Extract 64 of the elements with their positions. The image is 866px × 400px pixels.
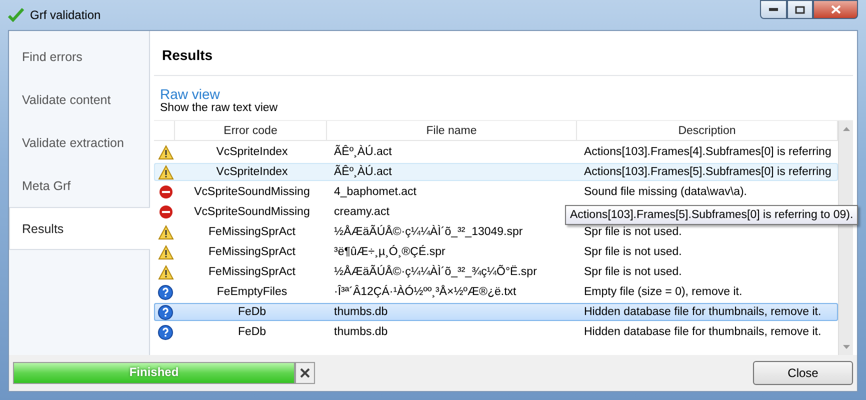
table-cell-text: Hidden database file for thumbnails, remove it.: [583, 305, 822, 320]
warning-icon: [158, 264, 174, 280]
page-title: Results: [154, 31, 853, 76]
table-cell-text: Spr file is not used.: [583, 245, 683, 260]
sidebar-item[interactable]: Results: [9, 207, 150, 250]
table-cell-text: 4_baphomet.act: [333, 185, 418, 200]
cancel-button[interactable]: [295, 362, 315, 384]
error-icon: [158, 205, 172, 219]
sidebar-item[interactable]: Meta Grf: [9, 164, 149, 207]
maximize-button[interactable]: [787, 0, 813, 19]
table-cell-text: Actions[103].Frames[4].Subframes[0] is referring: [583, 145, 832, 160]
help-icon: [158, 304, 173, 320]
table-cell-text: ³ë¶ûÆ÷¸µ¸Ó¸®ÇÉ.spr: [333, 244, 446, 260]
help-icon: [158, 324, 173, 340]
warning-icon: [158, 224, 174, 240]
error-icon: [158, 185, 172, 199]
table-cell-text: FeMissingSprAct: [208, 225, 296, 240]
sidebar-item[interactable]: Validate extraction: [9, 121, 149, 164]
table-row[interactable]: FeDb thumbs.db Hidden database file for thumbnails, remove it.: [154, 303, 838, 321]
help-icon: [158, 284, 173, 300]
table-cell-text: FeMissingSprAct: [208, 265, 296, 280]
warning-icon: [158, 164, 174, 180]
sidebar-item[interactable]: Validate content: [9, 78, 149, 121]
close-icon: [300, 368, 310, 378]
table-cell-text: thumbs.db: [333, 325, 389, 340]
table-cell-text: thumbs.db: [333, 305, 389, 320]
progress-label: Finished: [128, 365, 180, 379]
table-cell-text: Spr file is not used.: [583, 225, 683, 240]
table-cell-text: Hidden database file for thumbnails, remove it.: [583, 325, 822, 340]
close-dialog-button[interactable]: Close: [753, 361, 853, 385]
table-cell-text: VcSpriteSoundMissing: [193, 185, 311, 200]
table-cell-text: Sound file missing (data\wav\a).: [583, 185, 748, 200]
link-description: Show the raw text view: [160, 102, 279, 114]
column-header[interactable]: File name: [327, 121, 577, 141]
table-cell-text: ÃÊº¸ÀÚ.act: [333, 164, 393, 180]
close-button[interactable]: [813, 0, 858, 19]
maximize-icon: [795, 6, 805, 14]
table-row[interactable]: VcSpriteIndex ÃÊº¸ÀÚ.act Actions[103].Frames[5].Subframes[0] is referring: [154, 163, 838, 181]
close-icon: [830, 5, 840, 14]
table-cell-text: ÃÊº¸ÀÚ.act: [333, 144, 393, 160]
table-cell-text: ½ÅÆäÃÚÅ©·ç¼¼ÀÌ´õ_³²_¾ç¼Õ°Ë.spr: [333, 264, 538, 280]
minimize-button[interactable]: [760, 0, 787, 19]
table-cell-text: FeEmptyFiles: [216, 285, 288, 300]
table-cell-text: VcSpriteSoundMissing: [193, 205, 311, 220]
table-cell-text: FeMissingSprAct: [208, 245, 296, 260]
window-title: Grf validation: [30, 8, 102, 22]
table-cell-text: Empty file (size = 0), remove it.: [583, 285, 744, 300]
warning-icon: [158, 244, 174, 260]
table-cell-text: ½ÅÆäÃÚÅ©·ç¼¼ÀÌ´õ_³²_13049.spr: [333, 224, 524, 240]
tooltip: Actions[103].Frames[5].Subframes[0] is referring to 09).: [565, 205, 858, 225]
warning-icon: [158, 144, 174, 160]
column-header[interactable]: Description: [577, 121, 838, 141]
table-cell-text: Actions[103].Frames[5].Subframes[0] is referring: [583, 165, 832, 180]
checkmark-icon: [8, 8, 24, 22]
column-header[interactable]: Error code: [175, 121, 327, 141]
table-cell-text: FeDb: [236, 305, 268, 320]
minimize-icon: [769, 8, 778, 11]
raw-view-link[interactable]: Raw view: [160, 86, 220, 102]
table-cell-text: Spr file is not used.: [583, 265, 683, 280]
table-cell-text: VcSpriteIndex: [215, 145, 289, 160]
table-cell-text: ·Î³ª´Â12ÇÁ·¹ÀÓ½ºº¸³Å×½ºÆ®¿ë.txt: [333, 284, 518, 300]
table-cell-text: FeDb: [236, 325, 268, 340]
sidebar-item[interactable]: Find errors: [9, 35, 149, 78]
table-cell-text: VcSpriteIndex: [215, 165, 289, 180]
